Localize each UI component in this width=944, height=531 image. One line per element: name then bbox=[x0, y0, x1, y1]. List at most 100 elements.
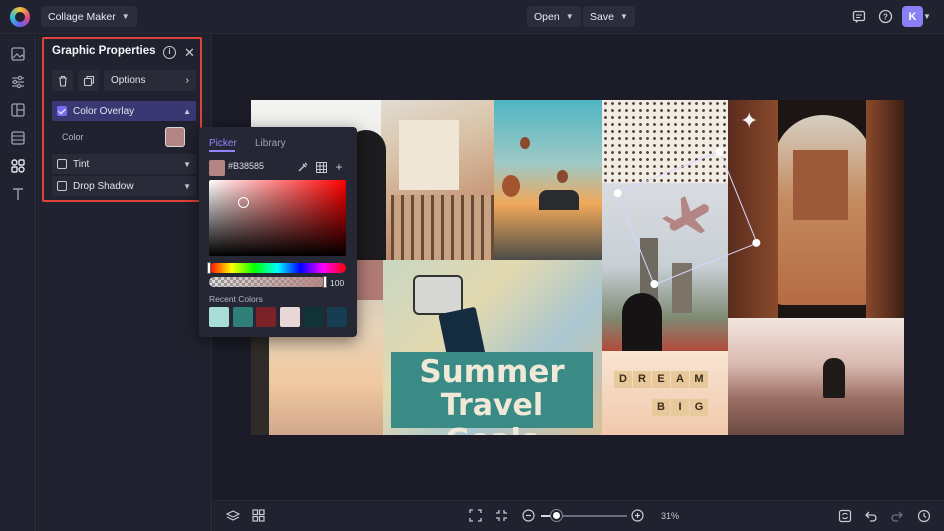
chat-icon[interactable] bbox=[850, 8, 867, 25]
color-label: Color bbox=[62, 132, 84, 142]
fit-screen-icon[interactable] bbox=[468, 508, 483, 523]
duplicate-button[interactable] bbox=[78, 70, 99, 91]
layout-icon[interactable] bbox=[10, 102, 26, 118]
tab-library[interactable]: Library bbox=[255, 138, 286, 149]
adjustments-icon[interactable] bbox=[10, 74, 26, 90]
color-overlay-checkbox[interactable] bbox=[57, 106, 67, 116]
big-letters: B I G bbox=[652, 399, 708, 416]
recent-color-swatch[interactable] bbox=[209, 307, 229, 327]
letter-tile: E bbox=[652, 371, 670, 388]
collage-title-line2: Travel Goals bbox=[440, 388, 544, 435]
opacity-slider-handle[interactable] bbox=[323, 276, 327, 288]
letter-tile: R bbox=[633, 371, 651, 388]
saturation-knob[interactable] bbox=[238, 197, 249, 208]
chevron-down-icon: ▼ bbox=[183, 159, 191, 169]
saturation-value-field[interactable] bbox=[209, 180, 346, 256]
grid-view-icon[interactable] bbox=[251, 508, 266, 523]
opacity-value[interactable]: 100 bbox=[330, 278, 344, 288]
tint-toggle[interactable]: Tint ▼ bbox=[52, 154, 196, 174]
chevron-down-icon[interactable]: ▼ bbox=[922, 8, 932, 25]
open-button[interactable]: Open ▼ bbox=[527, 6, 581, 27]
recent-color-swatch[interactable] bbox=[326, 307, 347, 327]
graphics-icon[interactable] bbox=[10, 158, 26, 174]
collage-title-line1: Summer bbox=[419, 354, 565, 390]
delete-button[interactable] bbox=[52, 70, 73, 91]
hue-slider-handle[interactable] bbox=[207, 262, 211, 274]
opacity-slider[interactable] bbox=[209, 277, 326, 287]
undo-icon[interactable] bbox=[863, 508, 878, 523]
color-swatch-button[interactable] bbox=[165, 127, 185, 147]
zoom-in-icon[interactable] bbox=[630, 508, 645, 523]
chevron-up-icon: ▲ bbox=[183, 106, 191, 116]
mode-label: Collage Maker bbox=[48, 10, 116, 23]
drop-shadow-toggle[interactable]: Drop Shadow ▼ bbox=[52, 176, 196, 196]
open-label: Open bbox=[534, 10, 560, 23]
save-button[interactable]: Save ▼ bbox=[583, 6, 635, 27]
trash-icon bbox=[58, 75, 67, 87]
options-button[interactable]: Options › bbox=[104, 70, 196, 91]
active-tab-indicator bbox=[209, 150, 235, 152]
drop-shadow-label: Drop Shadow bbox=[73, 180, 134, 192]
hue-slider[interactable] bbox=[209, 263, 346, 273]
zoom-slider-handle[interactable] bbox=[550, 510, 562, 521]
compass-graphic: ✦ bbox=[740, 108, 759, 133]
mode-dropdown[interactable]: Collage Maker ▼ bbox=[41, 6, 137, 27]
duplicate-icon bbox=[83, 75, 94, 86]
tint-label: Tint bbox=[73, 158, 90, 170]
letter-tile: D bbox=[614, 371, 632, 388]
grid-icon[interactable] bbox=[314, 160, 328, 174]
info-icon[interactable]: i bbox=[163, 46, 176, 59]
history-icon[interactable] bbox=[916, 508, 931, 523]
redo-icon[interactable] bbox=[889, 508, 904, 523]
letter-tile: B bbox=[652, 399, 670, 416]
avatar[interactable]: K bbox=[902, 6, 923, 27]
close-icon[interactable]: ✕ bbox=[184, 45, 195, 61]
actual-size-icon[interactable] bbox=[494, 508, 509, 523]
layers-icon[interactable] bbox=[225, 508, 240, 523]
dream-big-tile[interactable]: D R E A M B I G bbox=[602, 351, 728, 435]
letter-tile: I bbox=[671, 399, 689, 416]
svg-text:?: ? bbox=[883, 13, 888, 22]
top-bar bbox=[0, 0, 944, 34]
logo-icon[interactable] bbox=[10, 7, 30, 27]
current-color-swatch bbox=[209, 160, 225, 176]
recent-color-swatch[interactable] bbox=[303, 307, 323, 327]
chevron-right-icon: › bbox=[185, 75, 189, 86]
letter-tile: M bbox=[690, 371, 708, 388]
color-overlay-toggle[interactable]: Color Overlay ▲ bbox=[52, 101, 196, 121]
save-label: Save bbox=[590, 10, 614, 23]
photo-mountain-tile[interactable] bbox=[728, 318, 904, 435]
dream-letters: D R E A M bbox=[614, 371, 708, 388]
text-icon[interactable] bbox=[10, 186, 26, 202]
options-label: Options bbox=[111, 75, 146, 86]
eyedropper-icon[interactable] bbox=[296, 160, 310, 174]
recent-colors-label: Recent Colors bbox=[209, 294, 263, 304]
airplane-graphic[interactable] bbox=[661, 195, 717, 239]
chevron-down-icon: ▼ bbox=[183, 181, 191, 191]
recent-color-swatch[interactable] bbox=[279, 307, 300, 327]
refresh-icon[interactable] bbox=[837, 508, 852, 523]
recent-color-swatch[interactable] bbox=[232, 307, 253, 327]
panel-title: Graphic Properties bbox=[52, 45, 156, 57]
tab-picker[interactable]: Picker bbox=[209, 138, 237, 149]
recent-color-swatch[interactable] bbox=[256, 307, 276, 327]
image-icon[interactable] bbox=[10, 46, 26, 62]
help-icon[interactable]: ? bbox=[877, 8, 894, 25]
letter-tile: G bbox=[690, 399, 708, 416]
chevron-down-icon: ▼ bbox=[565, 12, 574, 21]
backgrounds-icon[interactable] bbox=[10, 130, 26, 146]
color-row: Color bbox=[52, 123, 196, 151]
chevron-down-icon: ▼ bbox=[121, 12, 130, 21]
hex-input[interactable]: #B38585 bbox=[228, 161, 264, 171]
zoom-value[interactable]: 31% bbox=[652, 508, 688, 524]
map-tile[interactable]: Summer Travel Goals bbox=[383, 260, 602, 435]
chevron-down-icon: ▼ bbox=[619, 12, 628, 21]
plus-icon[interactable]: + bbox=[332, 160, 346, 174]
color-overlay-label: Color Overlay bbox=[73, 105, 135, 117]
photo-balloons-tile[interactable] bbox=[494, 100, 602, 260]
zoom-out-icon[interactable] bbox=[521, 508, 536, 523]
letter-tile: A bbox=[671, 371, 689, 388]
drop-shadow-checkbox[interactable] bbox=[57, 181, 67, 191]
tint-checkbox[interactable] bbox=[57, 159, 67, 169]
photo-petra-tile[interactable]: ✦ bbox=[728, 100, 904, 318]
